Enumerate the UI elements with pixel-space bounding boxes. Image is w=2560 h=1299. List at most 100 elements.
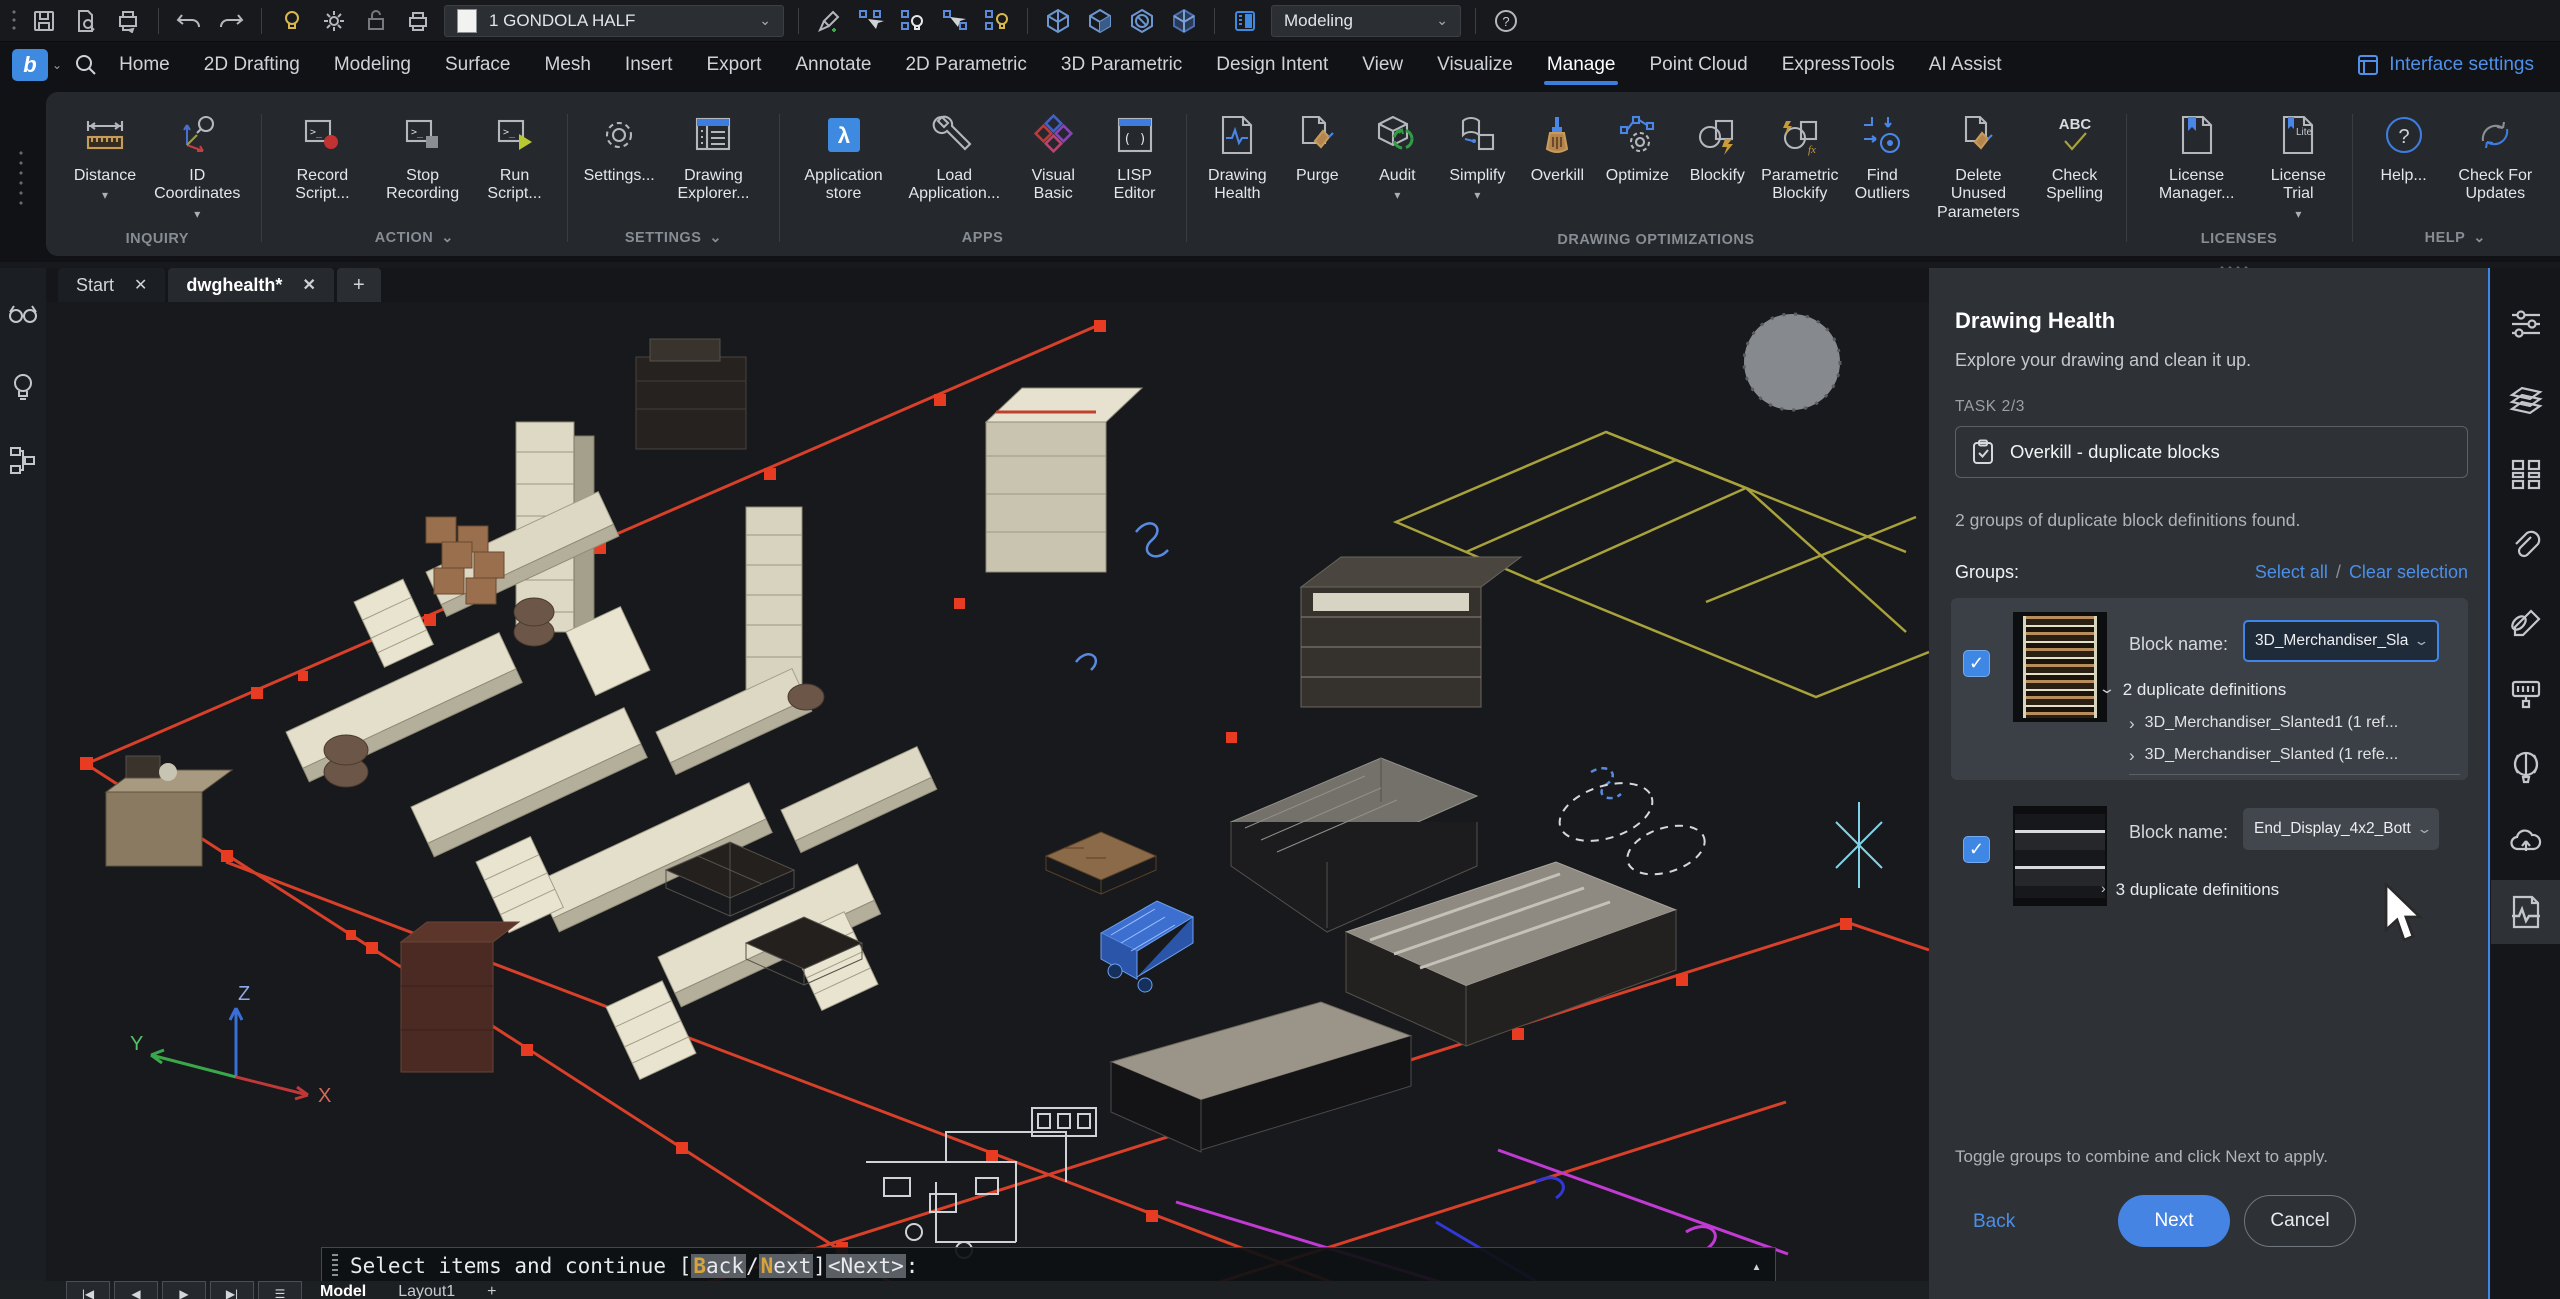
properties-panel-icon[interactable]: [2506, 304, 2546, 344]
section-view-icon[interactable]: [1126, 5, 1158, 37]
select-cursor-icon[interactable]: [939, 5, 971, 37]
tab-export[interactable]: Export: [689, 42, 778, 88]
doc-tab-dwghealth[interactable]: dwghealth* ✕: [168, 268, 334, 302]
block-name-dropdown[interactable]: 3D_Merchandiser_Sla ⌄: [2243, 620, 2439, 662]
dropdown-icon[interactable]: ▾: [194, 207, 200, 221]
attachments-panel-icon[interactable]: [2506, 526, 2546, 566]
layer-plot-icon[interactable]: [402, 5, 434, 37]
chevron-down-icon[interactable]: ⌄: [52, 58, 62, 72]
materials-panel-icon[interactable]: [2506, 600, 2546, 640]
group-checkbox[interactable]: ✓: [1963, 650, 1990, 677]
settings-button[interactable]: Settings...: [580, 106, 658, 187]
group-checkbox[interactable]: ✓: [1963, 836, 1990, 863]
last-layout-button[interactable]: ▶|: [210, 1281, 254, 1299]
prev-layout-button[interactable]: ◀: [114, 1281, 158, 1299]
tab-mesh[interactable]: Mesh: [527, 42, 607, 88]
render-panel-icon[interactable]: [2506, 674, 2546, 714]
load-application-button[interactable]: Load Application...: [898, 106, 1011, 206]
tab-design-intent[interactable]: Design Intent: [1199, 42, 1345, 88]
viewport-canvas[interactable]: Z Y X Select items and continue [Back / Ne…: [46, 302, 1930, 1299]
record-script-button[interactable]: >_ Record Script...: [273, 106, 371, 206]
layout-list-button[interactable]: ☰: [258, 1281, 302, 1299]
interface-settings-button[interactable]: Interface settings: [2357, 54, 2534, 76]
chevron-down-icon[interactable]: ⌄: [1436, 12, 1448, 29]
run-script-button[interactable]: >_ Run Script...: [474, 106, 556, 206]
command-grip[interactable]: [332, 1254, 338, 1278]
layer-selector[interactable]: 1 GONDOLA HALF ⌄: [444, 4, 784, 37]
unisolate-objects-icon[interactable]: [981, 5, 1013, 37]
group-label-action[interactable]: ACTION ⌄: [263, 220, 565, 256]
tab-point-cloud[interactable]: Point Cloud: [1632, 42, 1764, 88]
workspace-selector[interactable]: Modeling ⌄: [1271, 4, 1461, 37]
shaded-view-icon[interactable]: [1084, 5, 1116, 37]
tab-manage[interactable]: Manage: [1530, 42, 1633, 88]
tab-ai-assist[interactable]: AI Assist: [1912, 42, 2019, 88]
next-layout-button[interactable]: ▶: [162, 1281, 206, 1299]
help-icon[interactable]: ?: [1490, 5, 1522, 37]
light-bulb-icon[interactable]: [7, 370, 39, 402]
layer-on-icon[interactable]: [276, 5, 308, 37]
id-coordinates-button[interactable]: ID Coordinates ▾: [146, 106, 249, 222]
license-manager-button[interactable]: License Manager...: [2138, 106, 2255, 206]
add-layout-button[interactable]: +: [473, 1281, 510, 1299]
new-tab-button[interactable]: +: [336, 268, 381, 302]
help-button[interactable]: ? Help...: [2365, 106, 2443, 187]
tab-expresstools[interactable]: ExpressTools: [1765, 42, 1912, 88]
block-name-dropdown[interactable]: End_Display_4x2_Bott ⌄: [2243, 808, 2439, 850]
redo-icon[interactable]: [215, 5, 247, 37]
visual-styles-panel-icon[interactable]: [2506, 748, 2546, 788]
check-for-updates-button[interactable]: Check For Updates: [2445, 106, 2546, 206]
group-label-settings[interactable]: SETTINGS ⌄: [570, 220, 777, 256]
layer-freeze-icon[interactable]: [318, 5, 350, 37]
layer-color-swatch[interactable]: [457, 8, 477, 33]
workspace-panel-icon[interactable]: [1229, 5, 1261, 37]
stop-recording-button[interactable]: >_ Stop Recording: [374, 106, 472, 206]
wireframe-view-icon[interactable]: [1042, 5, 1074, 37]
layers-panel-icon[interactable]: [2506, 380, 2546, 420]
visual-basic-button[interactable]: Visual Basic: [1013, 106, 1094, 206]
doc-tab-start[interactable]: Start ✕: [58, 268, 166, 302]
dropdown-icon[interactable]: ▾: [2295, 207, 2301, 221]
publish-icon[interactable]: [112, 5, 144, 37]
optimize-button[interactable]: Optimize: [1598, 106, 1676, 187]
open-preview-icon[interactable]: [70, 5, 102, 37]
layer-lock-icon[interactable]: [360, 5, 392, 37]
tab-annotate[interactable]: Annotate: [778, 42, 888, 88]
isolate-view-icon[interactable]: [7, 298, 39, 330]
duplicate-definitions-toggle[interactable]: ⌄ 2 duplicate definitions: [2098, 680, 2286, 700]
tab-home[interactable]: Home: [102, 42, 187, 88]
tab-2d-drafting[interactable]: 2D Drafting: [187, 42, 317, 88]
duplicate-definition-item[interactable]: › 3D_Merchandiser_Slanted1 (1 ref...: [2129, 714, 2398, 734]
expand-command-history-icon[interactable]: ▴: [1752, 1257, 1761, 1275]
dropdown-icon[interactable]: ▾: [1474, 188, 1480, 202]
cloud-sync-panel-icon[interactable]: [2506, 822, 2546, 862]
close-icon[interactable]: ✕: [302, 275, 315, 295]
tab-surface[interactable]: Surface: [428, 42, 527, 88]
duplicate-definition-item[interactable]: › 3D_Merchandiser_Slanted (1 refe...: [2129, 746, 2398, 766]
back-link[interactable]: Back: [1973, 1211, 2015, 1233]
first-layout-button[interactable]: |◀: [66, 1281, 110, 1299]
tab-insert[interactable]: Insert: [608, 42, 690, 88]
close-icon[interactable]: ✕: [134, 275, 147, 295]
group-label-help[interactable]: HELP ⌄: [2355, 220, 2556, 256]
dropdown-icon[interactable]: ▾: [1394, 188, 1400, 202]
ribbon-grip[interactable]: [16, 148, 26, 208]
match-properties-icon[interactable]: [813, 5, 845, 37]
delete-unused-parameters-button[interactable]: Delete Unused Parameters: [1923, 106, 2033, 224]
find-outliers-button[interactable]: Find Outliers: [1843, 106, 1921, 206]
drawing-health-panel-icon[interactable]: [2491, 880, 2560, 944]
bricscad-logo[interactable]: b: [12, 49, 48, 81]
tab-view[interactable]: View: [1345, 42, 1420, 88]
tab-3d-parametric[interactable]: 3D Parametric: [1044, 42, 1199, 88]
select-similar-icon[interactable]: [855, 5, 887, 37]
model-tab[interactable]: Model: [306, 1281, 380, 1299]
drawing-explorer-button[interactable]: Drawing Explorer...: [660, 106, 767, 206]
structure-tree-icon[interactable]: [7, 444, 39, 476]
drawing-health-button[interactable]: Drawing Health: [1198, 106, 1276, 206]
tab-modeling[interactable]: Modeling: [317, 42, 428, 88]
audit-button[interactable]: Audit ▾: [1358, 106, 1436, 203]
distance-button[interactable]: Distance ▾: [66, 106, 144, 203]
license-trial-button[interactable]: Lite License Trial ▾: [2257, 106, 2340, 222]
application-store-button[interactable]: λ Application store: [792, 106, 896, 206]
tab-visualize[interactable]: Visualize: [1420, 42, 1530, 88]
